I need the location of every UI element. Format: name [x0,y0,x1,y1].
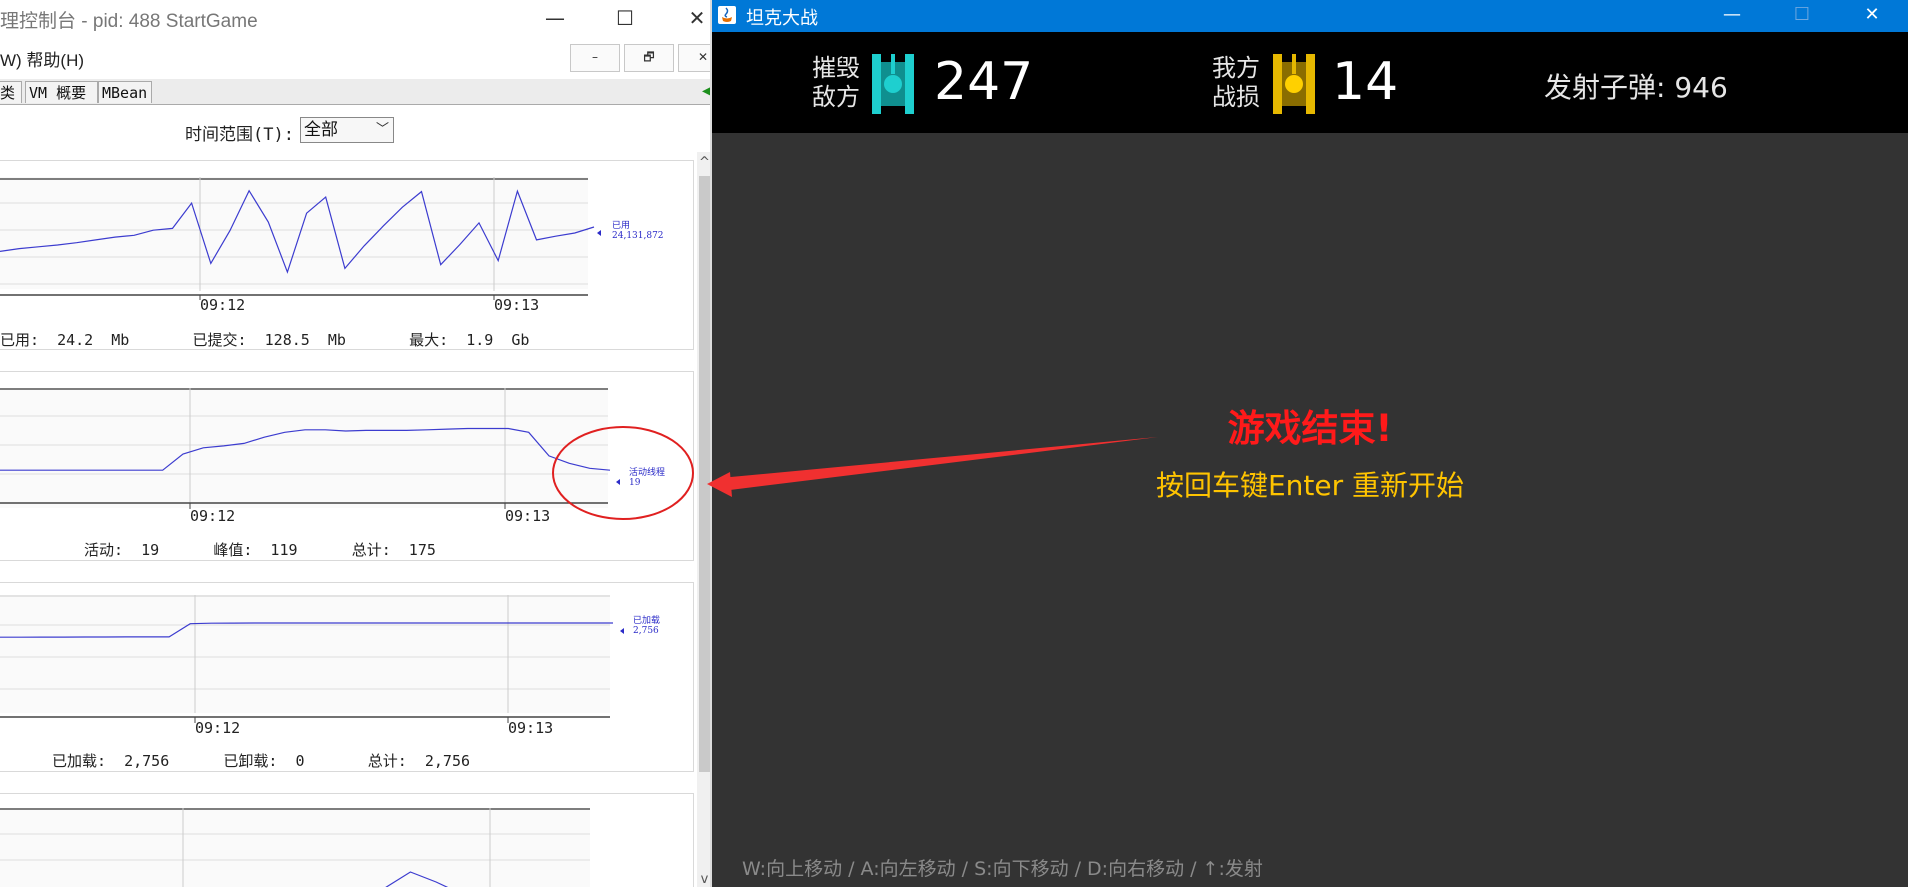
destroyed-label-line1: 摧毁 [812,54,860,82]
classes-legend-name: 已加载 [633,616,661,626]
threads-legend-value: 19 [629,478,641,488]
classes-stats: 已加载: 2,756 已卸载: 0 总计: 2,756 [52,752,471,770]
legend-marker [616,479,620,485]
legend-marker [620,628,624,634]
game-minimize-button[interactable]: — [1697,0,1767,32]
controls-hint: W:向上移动 / A:向左移动 / S:向下移动 / D:向右移动 / ↑:发射 [742,858,1263,880]
score-bar: 摧毁 敌方 247 我方 战损 14 发射子弹: 946 [712,32,1908,133]
losses-label-line1: 我方 [1212,54,1260,82]
mdi-restore-button[interactable]: 🗗 [624,44,674,72]
destroyed-count: 247 [934,52,1034,112]
chart-plot-area [0,808,590,887]
jconsole-title: 理控制台 - pid: 488 StartGame [0,11,258,32]
cpu-chart [0,808,590,887]
heap-memory-panel: 09:12 09:13 已用 24,131,872 已用: 24.2 Mb 已提… [0,160,694,350]
destroyed-label: 摧毁 敌方 [812,54,860,112]
minimize-button[interactable]: — [530,0,580,36]
jconsole-tabs: 类 VM 概要 MBean [0,79,712,105]
classes-panel: 09:12 09:13 已加载 2,756 已加载: 2,756 已卸载: 0 … [0,582,694,772]
scrollbar-thumb[interactable] [699,176,710,772]
restart-hint: 按回车键Enter 重新开始 [1155,469,1465,502]
game-title: 坦克大战 [746,8,818,28]
x-tick-label: 09:13 [494,296,539,314]
game-close-button[interactable]: ✕ [1837,0,1907,32]
mdi-close-button[interactable]: ✕ [678,44,712,72]
classes-legend-value: 2,756 [633,626,659,636]
jconsole-window: 理控制台 - pid: 488 StartGame — ☐ ✕ W) 帮助(H)… [0,0,712,887]
mdi-minimize-button[interactable]: – [570,44,620,72]
tab-mbean[interactable]: MBean [98,81,152,103]
tab-vm-summary[interactable]: VM 概要 [25,81,98,103]
game-over-message: 游戏结束! [1227,407,1393,450]
heap-legend: 已用 24,131,872 [612,221,664,241]
game-maximize-button[interactable]: ☐ [1767,0,1837,32]
heap-legend-name: 已用 [612,221,631,231]
enemy-tank-icon [872,54,914,114]
x-tick-label: 09:12 [200,296,245,314]
losses-label: 我方 战损 [1212,54,1260,112]
destroyed-label-line2: 敌方 [812,83,860,111]
threads-legend-name: 活动线程 [629,468,666,478]
tab-classes[interactable]: 类 [0,81,22,103]
threads-panel: 09:12 09:13 活动线程 19 活动: 19 峰值: 119 总计: 1… [0,371,694,561]
chart-plot-area [0,595,610,713]
time-range-value: 全部 [304,120,338,140]
time-range-select[interactable]: 全部 ﹀ [300,117,394,143]
threads-legend: 活动线程 19 [629,468,665,488]
heap-memory-chart: 09:12 09:13 [0,177,601,314]
chevron-down-icon: ﹀ [375,122,389,137]
time-range-label: 时间范围(T): [185,125,294,145]
x-tick-label: 09:13 [508,719,553,737]
jconsole-titlebar: 理控制台 - pid: 488 StartGame — ☐ ✕ [0,0,712,38]
threads-chart: 09:12 09:13 [0,388,620,525]
cpu-panel [0,793,694,887]
game-titlebar: 坦克大战 — ☐ ✕ [712,0,1908,32]
x-tick-label: 09:12 [195,719,240,737]
threads-stats: 活动: 19 峰值: 119 总计: 175 [84,541,436,559]
maximize-button[interactable]: ☐ [600,0,650,36]
chart-plot-area [0,177,588,289]
losses-count: 14 [1332,52,1399,112]
heap-legend-value: 24,131,872 [612,231,664,241]
classes-legend: 已加载 2,756 [633,616,660,636]
tank-game-window: 坦克大战 — ☐ ✕ 摧毁 敌方 247 我方 战损 14 发射子弹: 946 … [712,0,1908,887]
java-icon [718,6,736,24]
close-button[interactable]: ✕ [672,0,712,36]
losses-label-line2: 战损 [1212,83,1260,111]
player-tank-icon [1273,54,1315,114]
x-tick-label: 09:13 [505,507,550,525]
menu-help[interactable]: W) 帮助(H) [0,46,84,71]
heap-stats: 已用: 24.2 Mb 已提交: 128.5 Mb 最大: 1.9 Gb [0,331,530,349]
x-tick-label: 09:12 [190,507,235,525]
legend-marker [597,230,601,236]
chart-plot-area [0,388,608,508]
classes-chart: 09:12 09:13 [0,595,624,737]
jconsole-menubar: W) 帮助(H) – 🗗 ✕ [0,40,712,72]
shots-fired: 发射子弹: 946 [1544,71,1728,104]
